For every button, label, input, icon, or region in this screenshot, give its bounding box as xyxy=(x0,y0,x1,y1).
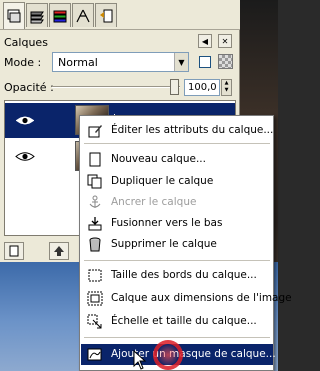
color-channels-icon xyxy=(53,10,67,22)
delete-layer-icon xyxy=(89,237,101,252)
tab-undo-history[interactable] xyxy=(95,3,117,27)
menu-item-edit-attributes[interactable]: Éditer les attributs du calque... xyxy=(81,120,273,141)
menu-item-label: Supprimer le calque xyxy=(111,238,217,250)
menu-item-label: Calque aux dimensions de l'image xyxy=(111,292,292,304)
tab-colors[interactable] xyxy=(49,3,71,27)
panel-close-button[interactable]: ✕ xyxy=(218,34,232,48)
tab-layers[interactable] xyxy=(3,2,25,29)
menu-item-delete-layer[interactable]: Supprimer le calque xyxy=(81,234,273,255)
opacity-slider[interactable] xyxy=(52,86,180,88)
mouse-cursor-icon xyxy=(133,350,147,370)
layer-to-image-size-icon xyxy=(87,291,103,306)
mode-value: Normal xyxy=(58,56,98,69)
menu-item-label: Nouveau calque... xyxy=(111,153,206,165)
raise-layer-button[interactable] xyxy=(49,242,69,260)
triangle-left-icon: ◀ xyxy=(201,36,209,46)
menu-separator xyxy=(84,260,270,261)
transparency-icon xyxy=(218,54,233,69)
new-layer-icon xyxy=(9,245,19,257)
anchor-icon xyxy=(89,195,101,208)
panel-title: Calques xyxy=(4,36,48,49)
menu-item-label: Échelle et taille du calque... xyxy=(111,315,257,327)
mode-select[interactable]: Normal ▼ xyxy=(52,52,189,72)
mode-label: Mode : xyxy=(4,56,42,69)
opacity-spinner[interactable]: ▲ ▼ xyxy=(221,79,232,96)
opacity-input[interactable]: 100,0 xyxy=(184,79,220,96)
menu-item-layer-boundary-size[interactable]: Taille des bords du calque... xyxy=(81,265,273,286)
menu-separator xyxy=(84,143,270,144)
tab-paths[interactable] xyxy=(72,3,94,27)
new-layer-button[interactable] xyxy=(4,242,24,260)
dock-tab-bar xyxy=(0,0,240,30)
undo-icon xyxy=(100,9,113,22)
edit-attributes-icon xyxy=(88,125,102,138)
click-indicator xyxy=(153,340,183,370)
arrow-up-icon xyxy=(54,246,64,256)
menu-item-new-layer[interactable]: Nouveau calque... xyxy=(81,149,273,170)
menu-item-layer-to-image-size[interactable]: Calque aux dimensions de l'image xyxy=(81,288,292,309)
layer-boundary-icon xyxy=(88,269,102,282)
channels-icon xyxy=(30,11,44,23)
keep-transparency-checkbox[interactable] xyxy=(199,56,211,68)
menu-item-duplicate-layer[interactable]: Dupliquer le calque xyxy=(81,171,273,192)
menu-item-merge-down[interactable]: Fusionner vers le bas xyxy=(81,213,273,234)
add-mask-icon xyxy=(87,348,102,361)
eye-icon[interactable] xyxy=(15,151,35,162)
menu-item-label: Dupliquer le calque xyxy=(111,175,214,187)
merge-down-icon xyxy=(88,217,102,231)
close-icon: ✕ xyxy=(221,36,229,46)
panel-menu-button[interactable]: ◀ xyxy=(198,34,212,48)
menu-item-label: Éditer les attributs du calque... xyxy=(111,124,274,136)
paths-icon xyxy=(76,9,90,22)
opacity-label: Opacité : xyxy=(4,81,54,94)
opacity-slider-thumb[interactable] xyxy=(170,79,179,95)
menu-item-anchor-layer[interactable]: Ancrer le calque xyxy=(81,192,273,213)
menu-item-scale-layer[interactable]: Échelle et taille du calque... xyxy=(81,311,273,332)
scale-layer-icon xyxy=(87,314,102,329)
menu-item-label: Taille des bords du calque... xyxy=(111,269,257,281)
duplicate-layer-icon xyxy=(87,174,102,189)
menu-separator xyxy=(84,337,270,338)
layers-icon xyxy=(7,9,21,23)
new-layer-icon xyxy=(89,152,101,167)
chevron-down-icon: ▼ xyxy=(174,53,188,71)
menu-item-label: Ancrer le calque xyxy=(111,196,197,208)
tab-channels[interactable] xyxy=(26,3,48,27)
menu-item-label: Fusionner vers le bas xyxy=(111,217,223,229)
layer-context-menu: Éditer les attributs du calque... Nouvea… xyxy=(79,115,292,371)
eye-icon[interactable] xyxy=(15,115,35,126)
